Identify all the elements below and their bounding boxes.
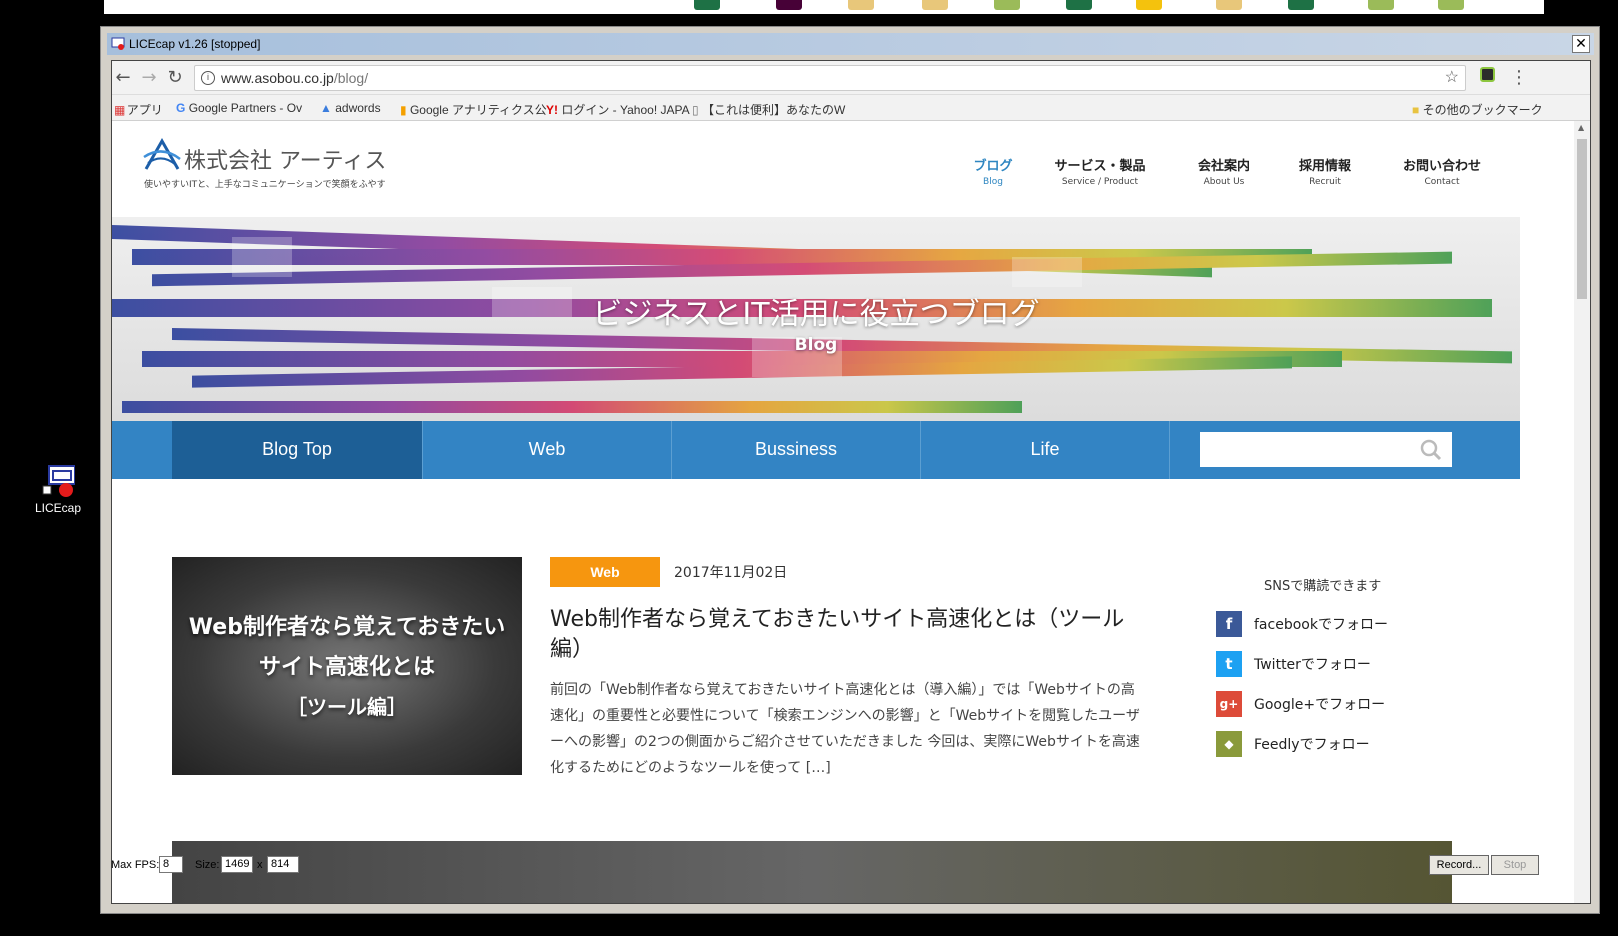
post-date: 2017年11月02日 bbox=[674, 565, 788, 581]
excel-icon[interactable] bbox=[1066, 0, 1092, 10]
height-input[interactable]: 814 bbox=[267, 856, 299, 873]
artis-logo-icon[interactable] bbox=[142, 137, 182, 173]
tab-life[interactable]: Life bbox=[921, 421, 1170, 479]
bookmark-apps[interactable]: ▦ アプリ bbox=[114, 101, 163, 118]
file-icon[interactable] bbox=[1368, 0, 1394, 10]
scrollbar-thumb[interactable] bbox=[1577, 139, 1587, 299]
post-title[interactable]: Web制作者なら覚えておきたいサイト高速化とは（ツール編） bbox=[550, 605, 1140, 665]
thumb-text-line1: Web制作者なら覚えておきたい bbox=[188, 615, 506, 640]
search-input[interactable] bbox=[1200, 432, 1452, 467]
bookmark-other[interactable]: ■ その他のブックマーク bbox=[1412, 101, 1543, 118]
desktop-shortcut-label: LICEcap bbox=[34, 501, 82, 515]
post-excerpt: 前回の「Web制作者なら覚えておきたいサイト高速化とは（導入編）」では「Webサ… bbox=[550, 682, 1140, 776]
close-button[interactable]: ✕ bbox=[1572, 35, 1590, 53]
sns-googleplus[interactable]: g+ Google+でフォロー bbox=[1216, 691, 1385, 717]
licecap-window: LICEcap v1.26 [stopped] ✕ ← → ↻ i www.as… bbox=[100, 26, 1600, 914]
bookmarks-bar: ▦ アプリ G Google Partners - Ov ▲ adwords ▮… bbox=[112, 95, 1590, 121]
file-icon[interactable] bbox=[1438, 0, 1464, 10]
hero-title: ビジネスとIT活用に役立つブログ bbox=[592, 297, 1040, 332]
xd-icon[interactable] bbox=[776, 0, 802, 10]
extension-icon[interactable] bbox=[1476, 67, 1498, 89]
desktop-shortcut-licecap[interactable]: LICEcap bbox=[30, 464, 86, 515]
stop-button[interactable]: Stop bbox=[1491, 855, 1539, 875]
window-title: LICEcap v1.26 [stopped] bbox=[129, 37, 261, 51]
page-scrollbar[interactable]: ▲ bbox=[1574, 121, 1590, 903]
bookmark-article[interactable]: ▯ 【これは便利】あなたのW bbox=[692, 101, 845, 118]
tab-bussiness[interactable]: Bussiness bbox=[672, 421, 921, 479]
window-titlebar[interactable]: LICEcap v1.26 [stopped] ✕ bbox=[107, 33, 1594, 55]
licecap-controls: Max FPS: 8 Size: 1469 x 814 Record... St… bbox=[111, 853, 1595, 879]
sns-feedly[interactable]: ◆ Feedlyでフォロー bbox=[1216, 731, 1370, 757]
scroll-up-icon[interactable]: ▲ bbox=[1578, 123, 1584, 132]
url-path: /blog/ bbox=[333, 70, 369, 86]
twitter-icon: t bbox=[1216, 651, 1242, 677]
facebook-icon: f bbox=[1216, 611, 1242, 637]
capture-frame: ← → ↻ i www.asobou.co.jp/blog/ ☆ ⋮ ▦ アプリ… bbox=[111, 60, 1591, 904]
excel-icon[interactable] bbox=[1288, 0, 1314, 10]
analytics-icon: ▮ bbox=[400, 103, 407, 117]
page-icon: ▯ bbox=[692, 103, 699, 117]
licecap-icon bbox=[42, 465, 76, 497]
category-badge[interactable]: Web bbox=[550, 557, 660, 587]
tab-web[interactable]: Web bbox=[423, 421, 672, 479]
thumb-text-line3: ［ツール編］ bbox=[287, 695, 407, 719]
record-button[interactable]: Record... bbox=[1429, 855, 1489, 875]
fps-input[interactable]: 8 bbox=[159, 856, 183, 873]
company-tagline: 使いやすいITと、上手なコミュニケーションで笑顔をふやす bbox=[144, 180, 386, 190]
feedly-icon: ◆ bbox=[1216, 731, 1242, 757]
bookmark-google-analytics[interactable]: ▮ Google アナリティクス公 bbox=[400, 101, 547, 118]
bookmark-adwords[interactable]: ▲ adwords bbox=[320, 101, 381, 115]
thumb-text-line2: サイト高速化とは bbox=[258, 655, 435, 680]
category-nav: Blog Top Web Bussiness Life bbox=[112, 421, 1520, 479]
back-icon[interactable]: ← bbox=[112, 67, 134, 89]
web-page: 株式会社 アーティス 使いやすいITと、上手なコミュニケーションで笑顔をふやす … bbox=[112, 121, 1590, 903]
browser-toolbar: ← → ↻ i www.asobou.co.jp/blog/ ☆ ⋮ bbox=[112, 61, 1590, 95]
yahoo-icon: Y! bbox=[546, 103, 558, 117]
gnav-service[interactable]: サービス・製品 Service / Product bbox=[1046, 155, 1154, 187]
folder-icon[interactable] bbox=[1216, 0, 1242, 10]
hero-subtitle: Blog bbox=[794, 335, 838, 355]
folder-icon: ■ bbox=[1412, 103, 1420, 117]
size-x-label: x bbox=[257, 859, 263, 871]
desktop-taskbar-strip bbox=[104, 0, 1544, 14]
folder-icon[interactable] bbox=[848, 0, 874, 10]
gnav-recruit[interactable]: 採用情報 Recruit bbox=[1288, 155, 1362, 187]
sns-facebook[interactable]: f facebookでフォロー bbox=[1216, 611, 1388, 637]
menu-kebab-icon[interactable]: ⋮ bbox=[1508, 67, 1530, 89]
bookmark-google-partners[interactable]: G Google Partners - Ov bbox=[176, 101, 302, 115]
url-host: www.asobou.co.jp bbox=[221, 70, 334, 86]
licecap-app-icon bbox=[111, 37, 125, 50]
apps-grid-icon: ▦ bbox=[114, 103, 125, 117]
sns-heading: SNSで購読できます bbox=[1264, 579, 1382, 594]
post-thumbnail[interactable]: Web制作者なら覚えておきたい サイト高速化とは ［ツール編］ bbox=[172, 557, 522, 775]
company-name[interactable]: 株式会社 アーティス bbox=[184, 143, 386, 175]
file-icon[interactable] bbox=[994, 0, 1020, 10]
bookmark-star-icon[interactable]: ☆ bbox=[1445, 66, 1459, 90]
sns-twitter[interactable]: t Twitterでフォロー bbox=[1216, 651, 1371, 677]
address-bar[interactable]: i www.asobou.co.jp/blog/ ☆ bbox=[194, 65, 1466, 91]
chrome-icon[interactable] bbox=[1136, 0, 1162, 10]
adwords-icon: ▲ bbox=[320, 101, 332, 115]
fps-label: Max FPS: bbox=[111, 859, 160, 871]
bookmark-yahoo-login[interactable]: Y! ログイン - Yahoo! JAPA bbox=[546, 101, 690, 118]
search-icon[interactable] bbox=[1420, 439, 1442, 461]
forward-icon[interactable]: → bbox=[138, 67, 160, 89]
gnav-about[interactable]: 会社案内 About Us bbox=[1184, 155, 1264, 187]
info-icon[interactable]: i bbox=[201, 71, 215, 85]
folder-icon[interactable] bbox=[922, 0, 948, 10]
google-icon: G bbox=[176, 101, 186, 115]
hero-banner: ビジネスとIT活用に役立つブログ Blog bbox=[112, 217, 1520, 421]
reload-icon[interactable]: ↻ bbox=[164, 67, 186, 89]
excel-icon[interactable] bbox=[694, 0, 720, 10]
googleplus-icon: g+ bbox=[1216, 691, 1242, 717]
gnav-blog[interactable]: ブログ Blog bbox=[958, 155, 1028, 187]
width-input[interactable]: 1469 bbox=[221, 856, 253, 873]
tab-blog-top[interactable]: Blog Top bbox=[172, 421, 423, 479]
size-label: Size: bbox=[195, 859, 220, 871]
gnav-contact[interactable]: お問い合わせ Contact bbox=[1390, 155, 1494, 187]
